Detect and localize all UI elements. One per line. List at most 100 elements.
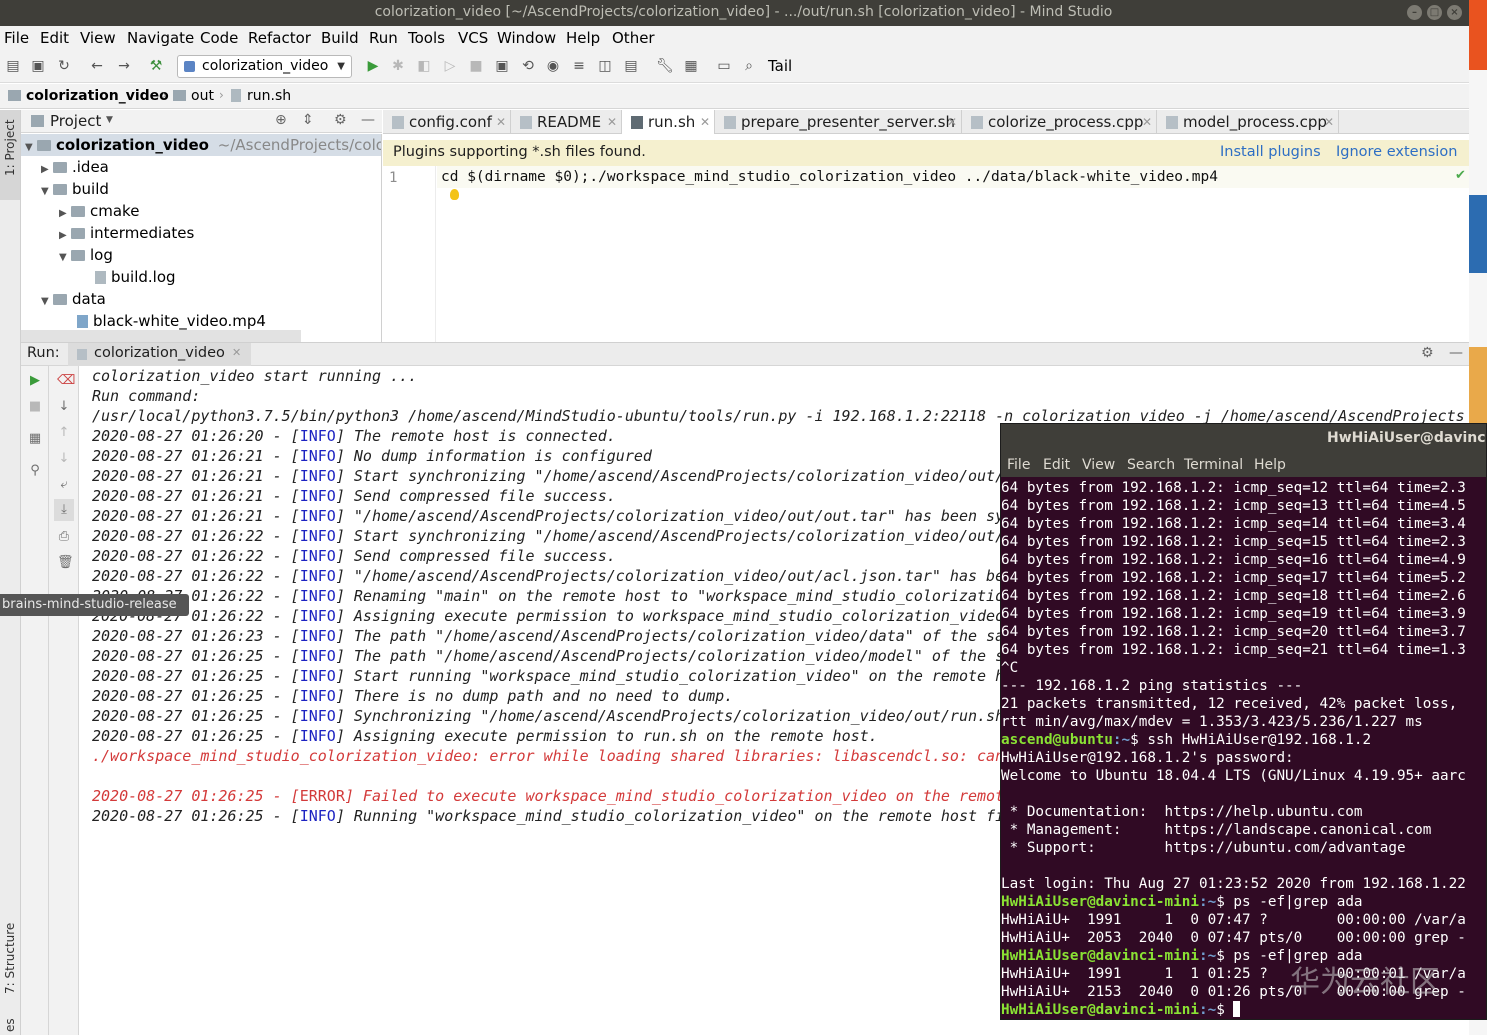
down-arrow-icon[interactable]: ↓	[57, 452, 71, 466]
trash-icon[interactable]: 🗑︎	[57, 556, 74, 570]
search-icon[interactable]: ⌕	[741, 58, 757, 74]
scroll-to-end-icon[interactable]: ⤓	[54, 499, 74, 521]
tree-node-idea[interactable]: ▶ .idea	[41, 156, 109, 178]
terminal-menu-view[interactable]: View	[1082, 457, 1115, 473]
terminal-menu-search[interactable]: Search	[1127, 457, 1175, 473]
print-icon[interactable]: ⎙	[57, 530, 71, 544]
clear-all-icon[interactable]: ⌫	[57, 374, 75, 388]
menu-run[interactable]: Run	[369, 29, 398, 47]
terminal-menu-help[interactable]: Help	[1254, 457, 1286, 473]
console-line: 2020-08-27 01:26:25 - [INFO] Synchronizi…	[92, 707, 1005, 725]
menu-refactor[interactable]: Refactor	[248, 29, 311, 47]
project-view-select[interactable]: Project	[50, 112, 101, 130]
back-arrow-icon[interactable]: ←	[89, 58, 105, 74]
close-icon[interactable]: ✕	[232, 346, 241, 359]
tab-run-sh[interactable]: run.sh ✕	[622, 110, 715, 134]
model-convert-icon[interactable]: ⟲	[520, 58, 536, 74]
project-structure-icon[interactable]: ▦	[683, 58, 699, 74]
minimize-panel-icon[interactable]: —	[1449, 345, 1463, 361]
terminal-menu-edit[interactable]: Edit	[1043, 457, 1070, 473]
list-icon[interactable]: ≡	[571, 58, 587, 74]
open-folder-icon[interactable]: ▤	[5, 58, 21, 74]
run-tab[interactable]: colorization_video ✕	[68, 343, 251, 366]
breadcrumb-out[interactable]: out	[191, 88, 214, 104]
locate-icon[interactable]: ⊕	[275, 112, 287, 128]
sync-icon[interactable]: ↻	[56, 58, 72, 74]
breadcrumb-project[interactable]: colorization_video	[26, 88, 169, 104]
install-plugins-link[interactable]: Install plugins	[1220, 144, 1321, 160]
device-manager-icon[interactable]: ▣	[494, 58, 510, 74]
tab-readme[interactable]: README ✕	[511, 110, 622, 134]
wrench-icon[interactable]: 🔧︎	[656, 58, 674, 74]
tree-node-data[interactable]: ▼ data	[41, 288, 106, 310]
code-editor[interactable]: cd $(dirname $0);./workspace_mind_studio…	[437, 166, 1469, 342]
preview-eye-icon[interactable]: ◉	[545, 58, 561, 74]
tab-config-conf[interactable]: config.conf ✕	[383, 110, 511, 134]
tree-node-log[interactable]: ▼ log	[59, 244, 113, 266]
monitor-icon[interactable]: ▤	[623, 58, 639, 74]
hide-icon[interactable]: —	[361, 112, 375, 128]
menu-file[interactable]: File	[4, 29, 29, 47]
rerun-icon[interactable]: ▶	[28, 374, 42, 388]
tree-node-intermediates[interactable]: ▶ intermediates	[59, 222, 194, 244]
terminal-menu-file[interactable]: File	[1007, 457, 1030, 473]
menu-other[interactable]: Other	[612, 29, 655, 47]
save-icon[interactable]: ▣	[30, 58, 46, 74]
structure-tool-button[interactable]: 7: Structure	[0, 910, 20, 1000]
tree-node-build[interactable]: ▼ build	[41, 178, 109, 200]
tab-colorize-process[interactable]: colorize_process.cpp ✕	[962, 110, 1157, 134]
menu-tools[interactable]: Tools	[408, 29, 445, 47]
terminal-output[interactable]: 64 bytes from 192.168.1.2: icmp_seq=12 t…	[1001, 479, 1486, 1019]
minimize-button[interactable]: –	[1407, 5, 1422, 20]
console-line: 2020-08-27 01:26:21 - [INFO] No dump inf…	[92, 447, 652, 465]
tail-button[interactable]: Tail	[768, 57, 792, 75]
favorites-tool-label[interactable]: es	[3, 1018, 17, 1032]
log-level-tag: INFO	[299, 507, 336, 525]
menu-build[interactable]: Build	[321, 29, 359, 47]
terminal-line: Welcome to Ubuntu 18.04.4 LTS (GNU/Linux…	[1001, 768, 1466, 784]
terminal-menu-terminal[interactable]: Terminal	[1184, 457, 1243, 473]
stop-icon[interactable]: ■	[28, 400, 42, 414]
breadcrumb-file[interactable]: run.sh	[247, 88, 291, 104]
soft-wrap-icon[interactable]: ⤶	[57, 478, 71, 492]
resume-icon[interactable]: ▷	[442, 58, 458, 74]
tree-node-cmake[interactable]: ▶ cmake	[59, 200, 139, 222]
terminal-line: 64 bytes from 192.168.1.2: icmp_seq=15 t…	[1001, 534, 1466, 550]
tree-root[interactable]: ▼ colorization_video ~/AscendProjects/col…	[21, 134, 381, 156]
collapse-all-icon[interactable]: ⇕	[302, 112, 314, 128]
maximize-button[interactable]: □	[1427, 5, 1442, 20]
stop-icon[interactable]: ■	[468, 58, 484, 74]
layout-icon[interactable]: ▦	[28, 432, 42, 446]
menu-edit[interactable]: Edit	[40, 29, 69, 47]
horizontal-scrollbar[interactable]	[21, 330, 301, 342]
run-icon[interactable]: ▶	[365, 58, 381, 74]
gear-icon[interactable]: ⚙	[334, 112, 347, 128]
coverage-icon[interactable]: ◧	[416, 58, 432, 74]
debug-icon[interactable]: ✱	[390, 58, 406, 74]
menu-view[interactable]: View	[80, 29, 116, 47]
menu-help[interactable]: Help	[566, 29, 600, 47]
menu-vcs[interactable]: VCS	[458, 29, 488, 47]
sort-icon[interactable]: ↓	[57, 400, 71, 414]
terminal-window[interactable]: HwHiAiUser@davinci-m File Edit View Sear…	[1000, 423, 1487, 1020]
close-button[interactable]: ×	[1447, 5, 1462, 20]
forward-arrow-icon[interactable]: →	[116, 58, 132, 74]
lightbulb-icon[interactable]	[450, 189, 459, 200]
up-arrow-icon[interactable]: ↑	[57, 426, 71, 440]
gear-icon[interactable]: ⚙	[1421, 345, 1434, 361]
ignore-extension-link[interactable]: Ignore extension	[1336, 144, 1457, 160]
build-hammer-icon[interactable]: ⚒	[148, 58, 164, 74]
split-icon[interactable]: ◫	[597, 58, 613, 74]
tab-prepare-presenter-server[interactable]: prepare_presenter_server.sh ✕	[715, 110, 962, 134]
project-tool-button[interactable]: 1: Project	[0, 110, 20, 200]
terminal-title: HwHiAiUser@davinci-m	[1327, 430, 1486, 446]
tree-node-video-file[interactable]: black-white_video.mp4	[77, 310, 266, 332]
menu-window[interactable]: Window	[497, 29, 556, 47]
menu-code[interactable]: Code	[200, 29, 238, 47]
menu-navigate[interactable]: Navigate	[127, 29, 194, 47]
terminal-window-icon[interactable]: ▭	[716, 58, 732, 74]
tree-node-build-log[interactable]: build.log	[95, 266, 176, 288]
run-configuration-select[interactable]: colorization_video ▼	[177, 55, 352, 78]
tab-model-process[interactable]: model_process.cpp ✕	[1157, 110, 1339, 134]
pin-icon[interactable]: ⚲	[28, 464, 42, 478]
